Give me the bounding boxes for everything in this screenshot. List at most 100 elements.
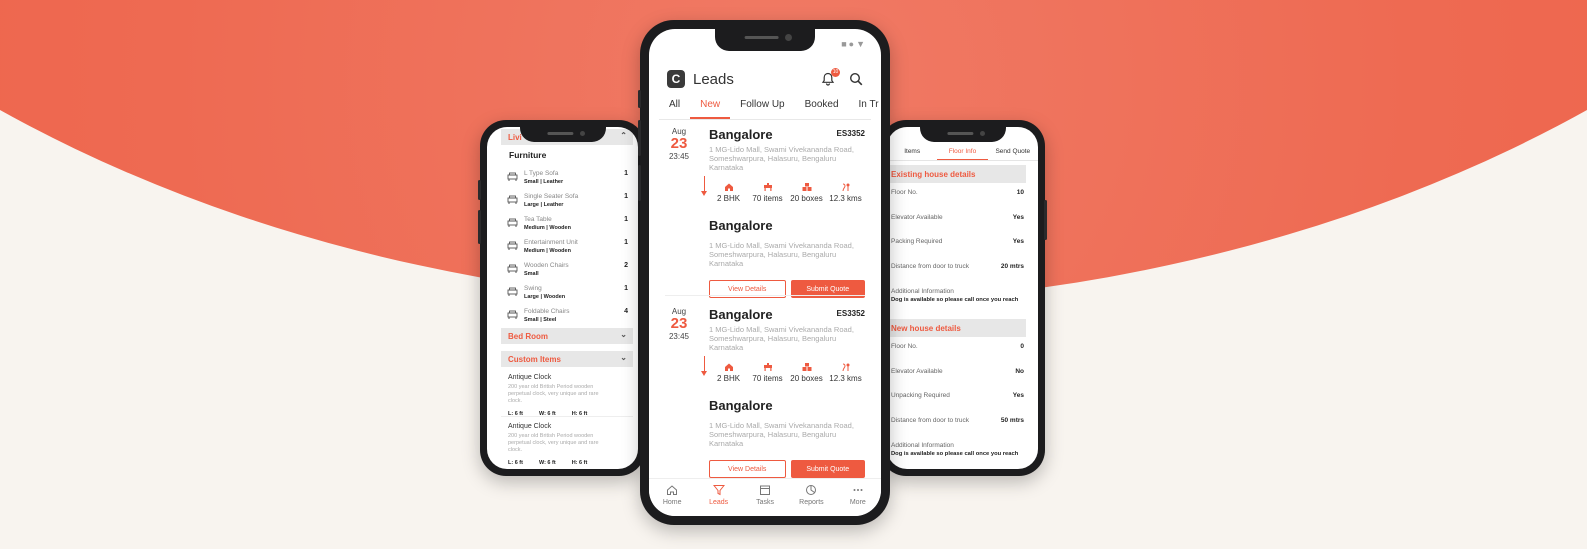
phone-side-button (478, 180, 481, 200)
section-label: Livi (508, 133, 522, 142)
stat-value: 20 boxes (790, 374, 823, 383)
tab-follow-up[interactable]: Follow Up (730, 97, 794, 119)
status-bar-icons: ■●▼ (841, 39, 867, 49)
stat-value: 12.3 kms (829, 194, 862, 203)
row-label: Unpacking Required (891, 392, 950, 399)
tab-send-quote[interactable]: Send Quote (988, 145, 1038, 160)
lead-stats: 2 BHK 70 items 20 boxes 12.3 kms (709, 362, 865, 386)
item-detail: Large | Wooden (524, 294, 566, 300)
lead-code: ES3352 (836, 129, 865, 138)
custom-item-name: Antique Clock (508, 374, 552, 381)
tab-floor-info[interactable]: Floor Info (937, 145, 988, 160)
item-quantity: 2 (624, 262, 628, 269)
nav-item-tasks[interactable]: Tasks (742, 479, 788, 516)
home-icon (649, 484, 695, 496)
from-address: 1 MG-Lido Mall, Swami Vivekananda Road, … (709, 325, 854, 352)
route-icon (826, 362, 865, 372)
furniture-item[interactable]: Tea Table Medium | Wooden 1 (507, 216, 628, 236)
phone-side-button (638, 90, 641, 108)
floor-info-row: Elevator Available Yes (891, 214, 1024, 224)
phone-notch (519, 127, 606, 142)
row-value: Yes (1012, 392, 1024, 399)
tab-items[interactable]: Items (887, 145, 937, 160)
floor-info-row: Packing Required Yes (891, 238, 1024, 248)
tab-in-transit[interactable]: In Tr (849, 97, 881, 119)
lead-divider (665, 295, 865, 296)
custom-item[interactable]: Antique Clock 200 year old British Perio… (508, 374, 628, 417)
section-custom-items[interactable]: Custom Items ⌄ (501, 351, 633, 367)
to-city: Bangalore (709, 218, 773, 233)
furniture-item[interactable]: Entertainment Unit Medium | Wooden 1 (507, 239, 628, 259)
row-value: Yes (1012, 238, 1024, 245)
nav-item-home[interactable]: Home (649, 479, 695, 516)
route-icon (826, 182, 865, 192)
bell-icon[interactable]: 10 (821, 68, 840, 86)
row-value: 20 mtrs (1000, 262, 1024, 270)
lead-card[interactable]: Aug 23 23:45 Bangalore ES3352 1 MG-Lido … (665, 127, 865, 302)
to-city: Bangalore (709, 398, 773, 413)
floor-info-row: Elevator Available No (891, 368, 1024, 378)
chart-icon (788, 484, 834, 496)
chevron-up-icon[interactable]: ⌃ (620, 131, 627, 140)
route-arrow-icon (701, 356, 707, 376)
floor-info-row: Distance from door to truck 20 mtrs (891, 263, 1024, 273)
dim-height: H: 6 ft (571, 460, 588, 466)
row-value: 50 mtrs (1000, 416, 1024, 424)
furniture-item[interactable]: Wooden Chairs Small 2 (507, 262, 628, 282)
stat-value: 12.3 kms (829, 374, 862, 383)
phone-notch (715, 29, 815, 51)
item-detail: Small | Steel (524, 317, 557, 323)
tab-new[interactable]: New (690, 97, 731, 119)
chevron-down-icon[interactable]: ⌄ (620, 330, 627, 339)
left-phone: Livi ⌃ Furniture L Type Sofa Small | Lea… (478, 120, 645, 476)
nav-label: Reports (799, 499, 824, 506)
stat-value: 70 items (752, 374, 783, 383)
item-divider (501, 416, 633, 417)
nav-item-reports[interactable]: Reports (788, 479, 834, 516)
furniture-item[interactable]: Single Seater Sofa Large | Leather 1 (507, 193, 628, 213)
lead-stats: 2 BHK 70 items 20 boxes 12.3 kms (709, 182, 865, 206)
chevron-down-icon[interactable]: ⌄ (620, 353, 627, 362)
row-value: Yes (1012, 213, 1024, 221)
nav-item-more[interactable]: More (835, 479, 881, 516)
sofa-icon (748, 362, 787, 372)
view-details-button[interactable]: View Details (709, 460, 786, 478)
lead-time: 23:45 (668, 332, 690, 341)
item-quantity: 1 (624, 193, 628, 200)
right-phone: Items Floor Info Send Quote Existing hou… (880, 120, 1047, 476)
section-bed-room[interactable]: Bed Room ⌄ (501, 328, 633, 344)
route-arrow-icon (701, 176, 707, 196)
to-address: 1 MG-Lido Mall, Swami Vivekananda Road, … (709, 421, 854, 448)
existing-additional-info: Additional Information Dog is available … (891, 288, 1032, 303)
row-value: 10 (1016, 189, 1024, 196)
dim-length: L: 6 ft (508, 460, 523, 466)
submit-quote-button[interactable]: Submit Quote (790, 460, 865, 478)
custom-item-name: Antique Clock (508, 423, 552, 430)
tab-divider (659, 119, 871, 120)
furniture-item[interactable]: L Type Sofa Small | Leather 1 (507, 170, 628, 190)
furniture-item[interactable]: Foldable Chairs Small | Steel 4 (507, 308, 628, 328)
new-house-heading: New house details (887, 319, 1026, 337)
custom-item[interactable]: Antique Clock 200 year old British Perio… (508, 423, 628, 466)
stat-item: 70 items (748, 182, 787, 206)
lead-time: 23:45 (668, 152, 690, 161)
lead-card[interactable]: Aug 23 23:45 Bangalore ES3352 1 MG-Lido … (665, 307, 865, 482)
stat-value: 20 boxes (790, 194, 823, 203)
tab-all[interactable]: All (659, 97, 690, 119)
item-name: Tea Table (524, 216, 552, 223)
search-icon[interactable] (849, 72, 863, 86)
info-label: Additional Information (891, 442, 954, 449)
lead-tabs: All New Follow Up Booked In Tr (659, 97, 881, 119)
sofa-icon (748, 182, 787, 192)
tab-booked[interactable]: Booked (795, 97, 849, 119)
promo-stage: Livi ⌃ Furniture L Type Sofa Small | Lea… (0, 0, 1587, 549)
item-name: Foldable Chairs (524, 308, 570, 315)
item-quantity: 1 (624, 285, 628, 292)
row-label: Floor No. (891, 189, 918, 196)
row-label: Distance from door to truck (891, 262, 970, 270)
section-label: Custom Items (508, 355, 561, 364)
furniture-item[interactable]: Swing Large | Wooden 1 (507, 285, 628, 305)
bottom-nav: Home Leads Tasks Reports More (649, 478, 881, 516)
stat-item: 20 boxes (787, 182, 826, 206)
nav-item-leads[interactable]: Leads (695, 479, 741, 516)
